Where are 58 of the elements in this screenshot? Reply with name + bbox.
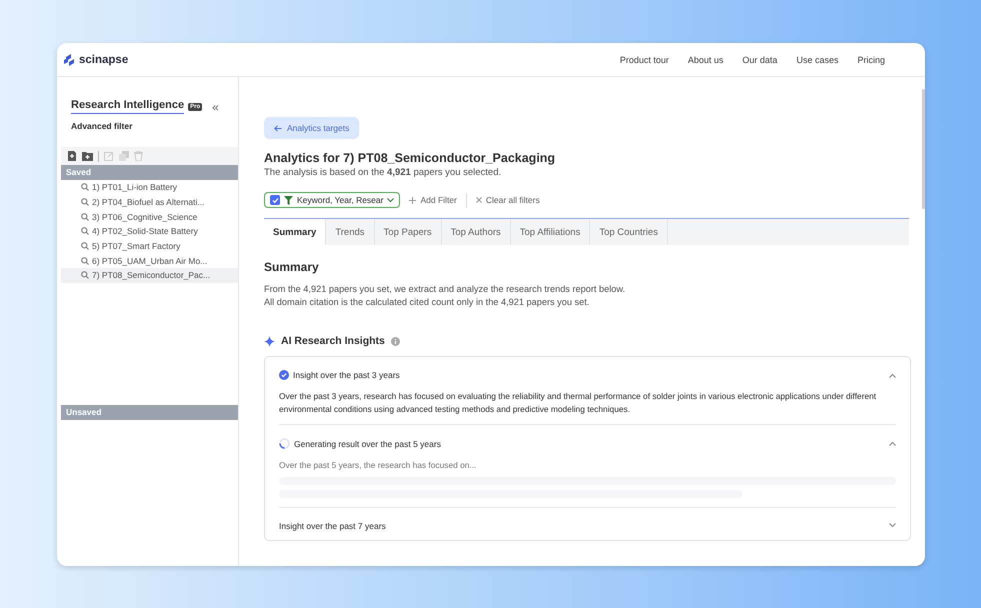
insight-text: Over the past 5 years, the research has focused on...	[279, 459, 478, 472]
nav-link[interactable]: Use cases	[796, 54, 838, 64]
saved-query-item[interactable]: 1) PT01_Li-ion Battery	[61, 180, 238, 195]
description-text: All domain citation is the calculated cited count only in the 4,921 papers you set.	[264, 296, 590, 309]
chevron-up-icon[interactable]	[889, 441, 896, 446]
unsaved-header: Unsaved	[61, 405, 238, 420]
clear-filters-button[interactable]: Clear all filters	[476, 195, 540, 205]
section-title: Summary	[264, 260, 320, 274]
nav-link[interactable]: Product tour	[620, 54, 669, 64]
chevron-down-icon[interactable]	[889, 523, 896, 528]
insight-header[interactable]: Generating result over the past 5 years	[279, 438, 896, 449]
search-icon	[81, 242, 89, 250]
arrow-left-icon	[274, 124, 282, 132]
add-filter-button[interactable]: Add Filter	[409, 195, 457, 205]
plus-icon	[409, 196, 416, 204]
logo-icon	[64, 54, 76, 66]
search-icon	[81, 198, 89, 206]
tab[interactable]: Summary	[264, 219, 326, 245]
saved-query-item[interactable]: 2) PT04_Biofuel as Alternati...	[61, 194, 238, 210]
nav-link[interactable]: Our data	[742, 54, 778, 64]
sidebar-subtitle: Advanced filter	[70, 120, 134, 131]
nav-link[interactable]: Pricing	[857, 54, 885, 64]
spinner-icon	[279, 438, 290, 449]
description-text: From the 4,921 papers you set, we extract and analyze the research trends report below.	[264, 283, 626, 296]
search-icon	[81, 227, 89, 236]
nav-link[interactable]: About us	[688, 54, 724, 64]
saved-query-item[interactable]: 6) PT05_UAM_Urban Air Mo...	[61, 253, 238, 268]
saved-query-item[interactable]: 3) PT06_Cognitive_Science	[61, 209, 238, 224]
search-icon	[81, 271, 89, 280]
saved-query-item[interactable]: 4) PT02_Solid-State Battery	[61, 224, 238, 239]
search-icon	[81, 256, 89, 265]
insight-text: Over the past 3 years, research has focused on evaluating the reliability and thermal performance of solder joints in various electronic applications under different environmental conditions using advanced testing methods and predictive modeling techniques.	[279, 390, 878, 415]
logo-text: scinapse	[79, 54, 128, 66]
insight-header[interactable]: Insight over the past 3 years	[279, 370, 896, 380]
scrollbar-thumb[interactable]	[922, 89, 925, 209]
search-icon	[81, 212, 89, 221]
insights-title: AI Research Insights	[281, 335, 385, 347]
close-icon	[476, 197, 482, 203]
new-file-icon[interactable]	[67, 151, 77, 161]
saved-header: Saved	[61, 165, 238, 180]
back-button[interactable]: Analytics targets	[264, 117, 360, 139]
filter-checkbox[interactable]	[270, 195, 280, 205]
insight-header[interactable]: Insight over the past 7 years	[279, 520, 896, 530]
filter-chip[interactable]: Keyword, Year, Resear	[264, 192, 400, 208]
chevron-down-icon	[387, 198, 394, 202]
page-subtitle: The analysis is based on the 4,921 papers you selected.	[264, 167, 502, 178]
check-circle-icon	[279, 370, 289, 380]
page-title: Analytics for 7) PT08_Semiconductor_Packaging	[264, 151, 556, 165]
saved-query-item[interactable]: 7) PT08_Semiconductor_Pac...	[61, 268, 238, 283]
search-icon	[81, 183, 89, 192]
collapse-button[interactable]: «	[206, 100, 219, 114]
saved-query-item[interactable]: 5) PT07_Smart Factory	[61, 238, 238, 254]
sparkle-icon	[264, 336, 275, 346]
info-icon	[390, 336, 400, 346]
chevron-up-icon[interactable]	[889, 372, 896, 378]
funnel-icon	[284, 196, 293, 204]
new-folder-icon[interactable]	[82, 151, 93, 161]
sidebar-title: Research Intelligence	[71, 99, 184, 114]
